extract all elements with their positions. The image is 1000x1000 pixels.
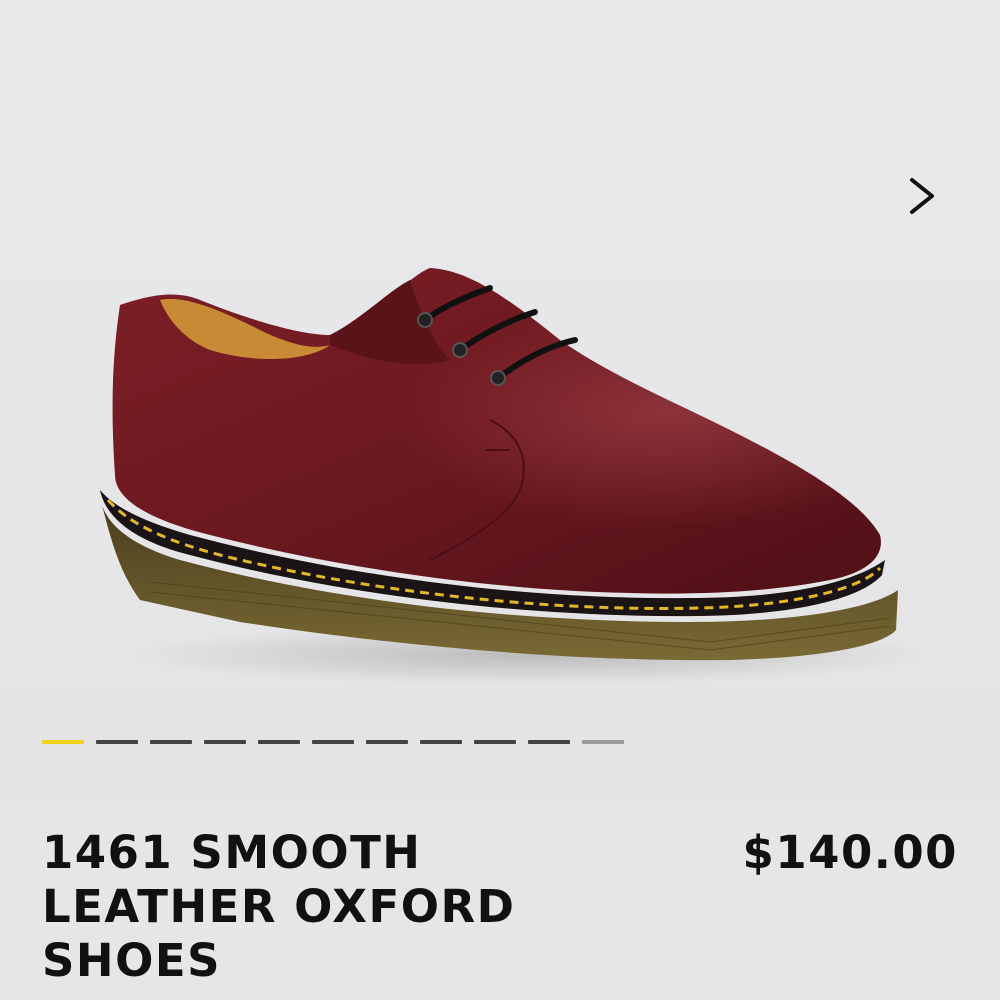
gallery-dot[interactable] xyxy=(312,740,354,744)
product-image-shoe xyxy=(100,268,920,685)
product-price: $140.00 xyxy=(742,826,958,879)
gallery-dot[interactable] xyxy=(258,740,300,744)
product-info: 1461 SMOOTH LEATHER OXFORD SHOES $140.00 xyxy=(0,800,1000,1000)
gallery-dot[interactable] xyxy=(528,740,570,744)
product-image-gallery[interactable] xyxy=(0,0,1000,800)
gallery-dot[interactable] xyxy=(42,740,84,744)
gallery-dot[interactable] xyxy=(366,740,408,744)
product-title: 1461 SMOOTH LEATHER OXFORD SHOES xyxy=(42,826,516,987)
gallery-pagination xyxy=(42,740,624,746)
gallery-dot[interactable] xyxy=(96,740,138,744)
next-image-button[interactable] xyxy=(896,170,948,222)
gallery-dot[interactable] xyxy=(474,740,516,744)
gallery-dot[interactable] xyxy=(582,740,624,744)
chevron-right-icon xyxy=(910,178,934,214)
gallery-dot[interactable] xyxy=(150,740,192,744)
gallery-dot[interactable] xyxy=(420,740,462,744)
gallery-dot[interactable] xyxy=(204,740,246,744)
